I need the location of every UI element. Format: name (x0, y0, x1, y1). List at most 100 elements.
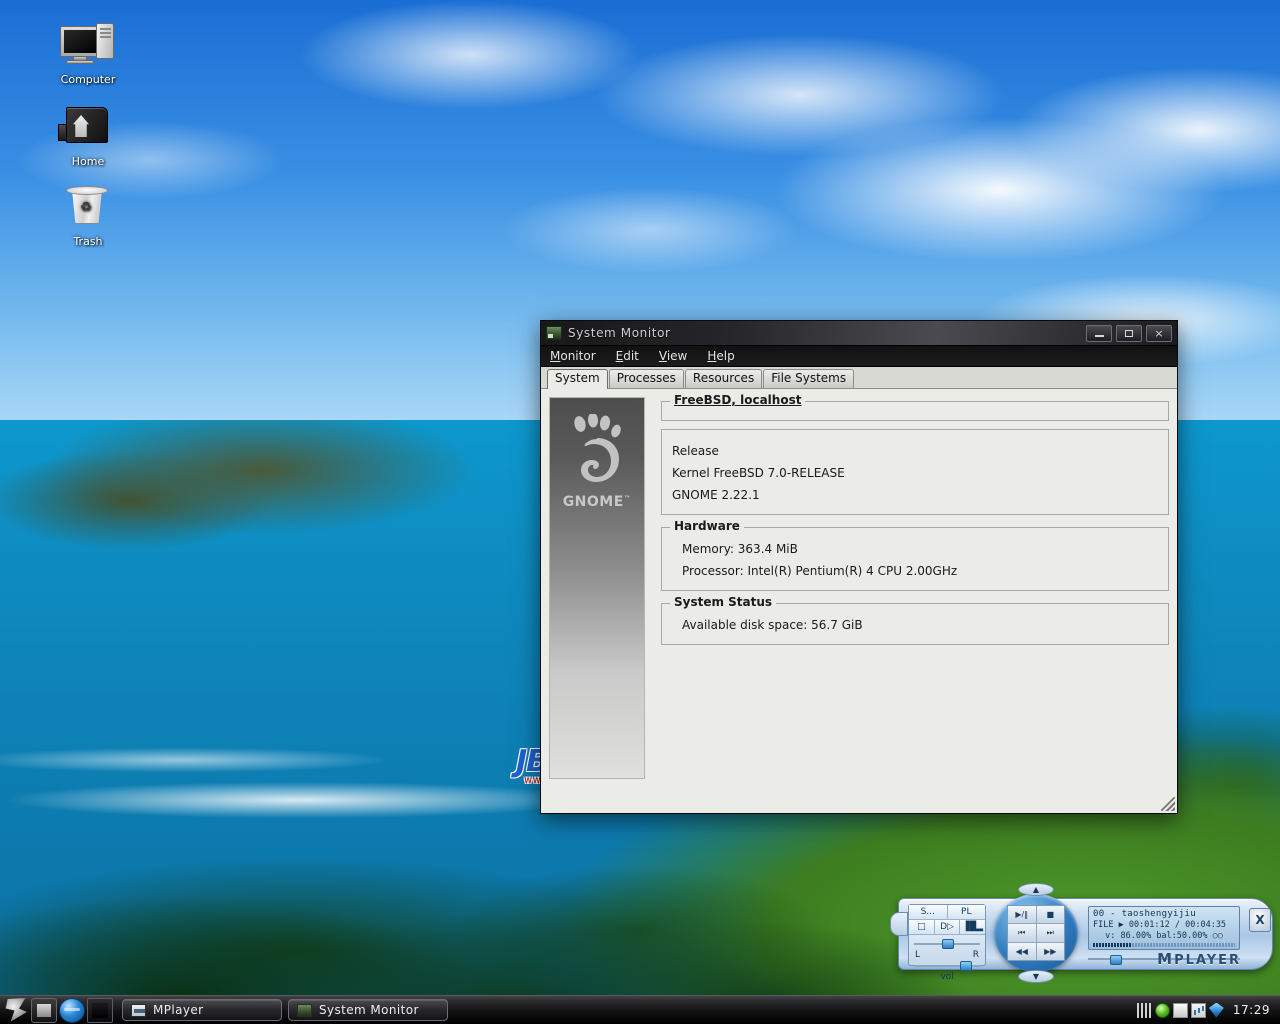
tab-processes[interactable]: Processes (608, 369, 684, 388)
stop-button[interactable]: ■ (1036, 906, 1064, 924)
hardware-fieldset: Hardware Memory: 363.4 MiB Processor: In… (661, 519, 1169, 591)
volume-slider[interactable] (914, 960, 980, 972)
eject-button[interactable]: ▲ (1018, 883, 1054, 896)
web-browser-icon[interactable] (59, 997, 85, 1023)
subtitle-button[interactable]: S... (909, 905, 948, 919)
mplayer-close-button[interactable]: X (1249, 908, 1271, 932)
balance-slider[interactable] (914, 938, 980, 950)
system-monitor-icon (546, 326, 562, 340)
fast-forward-button[interactable]: ▶▶ (1036, 942, 1064, 960)
host-fieldset: FreeBSD, localhost (661, 393, 1169, 421)
display-progress-bar (1093, 943, 1235, 947)
desktop-icon-computer[interactable]: Computer (46, 22, 130, 86)
trash-icon: ♻ (46, 184, 130, 232)
volume-balance-line: v: 86.00% bal:50.00% ○○ (1105, 931, 1223, 941)
desktop-icon-trash[interactable]: ♻ Trash (46, 184, 130, 248)
balance-knob[interactable] (942, 939, 954, 949)
mplayer-window[interactable]: S... PL □ D▷ ▐█▂ L R vol ▲ ▶/‖ ■ ⏮ ⏭ ◀◀ … (890, 880, 1273, 988)
disk-space-row: Available disk space: 56.7 GiB (682, 618, 863, 632)
mplayer-button-row-top: S... PL (909, 905, 985, 920)
taskbar-task-system-monitor[interactable]: System Monitor (288, 999, 448, 1021)
release-label: Release (672, 444, 719, 458)
menu-monitor[interactable]: Monitor (547, 348, 599, 364)
mplayer-left-panel: S... PL □ D▷ ▐█▂ L R vol (908, 904, 986, 982)
system-status-legend: System Status (670, 595, 777, 609)
balance-labels: L R (909, 950, 985, 960)
window-titlebar[interactable]: System Monitor × (541, 321, 1177, 346)
volume-label: vol (940, 972, 954, 982)
playlist-button[interactable]: PL (947, 905, 985, 919)
menu-help[interactable]: Help (704, 348, 737, 364)
terminal-icon[interactable] (87, 997, 113, 1023)
gnome-version-row: GNOME 2.22.1 (672, 488, 760, 502)
system-load-icon[interactable] (1190, 1002, 1206, 1018)
hardware-legend: Hardware (670, 519, 744, 533)
gnome-wordmark: GNOME™ (562, 494, 632, 510)
mplayer-transport-dial: ▲ ▶/‖ ■ ⏮ ⏭ ◀◀ ▶▶ ▼ (992, 883, 1080, 983)
tab-file-systems[interactable]: File Systems (763, 369, 855, 388)
seek-knob[interactable] (1110, 955, 1122, 965)
gnome-foot-icon (574, 414, 621, 482)
gem-icon[interactable] (1208, 1002, 1224, 1018)
kernel-row: Kernel FreeBSD 7.0-RELEASE (672, 466, 845, 480)
system-tab-content: GNOME™ FreeBSD, localhost Release Kernel… (541, 389, 1177, 813)
taskbar-task-label: MPlayer (153, 1003, 204, 1017)
processor-row: Processor: Intel(R) Pentium(R) 4 CPU 2.0… (682, 564, 958, 578)
play-pause-button[interactable]: ▶/‖ (1008, 906, 1036, 924)
close-button[interactable]: × (1146, 324, 1172, 342)
mplayer-icon (131, 1003, 146, 1017)
desktop-icon-label: Trash (73, 235, 103, 248)
taskbar: MPlayer System Monitor 17:29 (0, 995, 1280, 1024)
window-resize-grip[interactable] (1161, 797, 1175, 811)
equalizer-button[interactable]: ▐█▂ (960, 920, 986, 934)
menubar: Monitor Edit View Help (541, 346, 1177, 367)
next-button[interactable]: ⏭ (1036, 924, 1064, 942)
system-tray (1136, 1002, 1228, 1018)
network-activity-icon[interactable] (1136, 1002, 1152, 1018)
notification-green-icon[interactable] (1154, 1002, 1170, 1018)
system-info-column: FreeBSD, localhost Release Kernel FreeBS… (661, 393, 1169, 805)
rewind-button[interactable]: ◀◀ (1008, 942, 1036, 960)
minimize-button[interactable] (1086, 324, 1112, 342)
gnome-branding-panel: GNOME™ (549, 397, 645, 779)
desktop-icon-label: Computer (60, 73, 116, 86)
taskbar-task-label: System Monitor (319, 1003, 419, 1017)
mplayer-wordmark: MPLAYER (1157, 950, 1241, 968)
balance-right-label: R (972, 950, 979, 960)
tab-strip: System Processes Resources File Systems (541, 367, 1177, 389)
window-controls: × (1086, 324, 1172, 342)
stop-small-button[interactable]: □ (909, 920, 935, 934)
system-monitor-window[interactable]: System Monitor × Monitor Edit View Help … (540, 320, 1178, 814)
applications-menu-icon[interactable] (5, 998, 27, 1022)
mplayer-button-row-bottom: □ D▷ ▐█▂ (909, 920, 986, 935)
home-folder-icon (46, 104, 130, 152)
dvd-button[interactable]: D▷ (934, 920, 961, 934)
maximize-button[interactable] (1116, 324, 1142, 342)
dial-down-button[interactable]: ▼ (1018, 970, 1054, 983)
window-title: System Monitor (568, 326, 671, 340)
computer-icon (46, 22, 130, 70)
display-progress-fill (1093, 943, 1132, 947)
mplayer-display: 00 - taoshengyijiu FILE ▶ 00:01:12 / 00:… (1088, 906, 1240, 950)
system-status-fieldset: System Status Available disk space: 56.7… (661, 595, 1169, 645)
menu-edit[interactable]: Edit (613, 348, 642, 364)
transport-grid: ▶/‖ ■ ⏮ ⏭ ◀◀ ▶▶ (1007, 905, 1065, 961)
mplayer-left-tab[interactable] (890, 912, 908, 936)
file-manager-icon[interactable] (31, 997, 57, 1023)
desktop-icon-home[interactable]: Home (46, 104, 130, 168)
tab-resources[interactable]: Resources (684, 369, 763, 388)
tab-system[interactable]: System (547, 369, 608, 389)
release-fieldset: Release Kernel FreeBSD 7.0-RELEASE GNOME… (661, 429, 1169, 515)
menu-view[interactable]: View (656, 348, 690, 364)
taskbar-task-mplayer[interactable]: MPlayer (122, 999, 282, 1021)
document-icon[interactable] (1172, 1002, 1188, 1018)
desktop-wallpaper[interactable]: Computer Home ♻ Trash JB51 脚本 之家 www.jb5… (0, 0, 1280, 1024)
desktop-icon-label: Home (71, 155, 105, 168)
previous-button[interactable]: ⏮ (1008, 924, 1036, 942)
clock[interactable]: 17:29 (1228, 1003, 1278, 1017)
track-title: 00 - taoshengyijiu (1093, 909, 1196, 919)
host-name-legend: FreeBSD, localhost (670, 393, 806, 407)
system-monitor-icon (297, 1003, 312, 1017)
balance-left-label: L (915, 950, 921, 960)
volume-knob[interactable] (960, 961, 972, 971)
